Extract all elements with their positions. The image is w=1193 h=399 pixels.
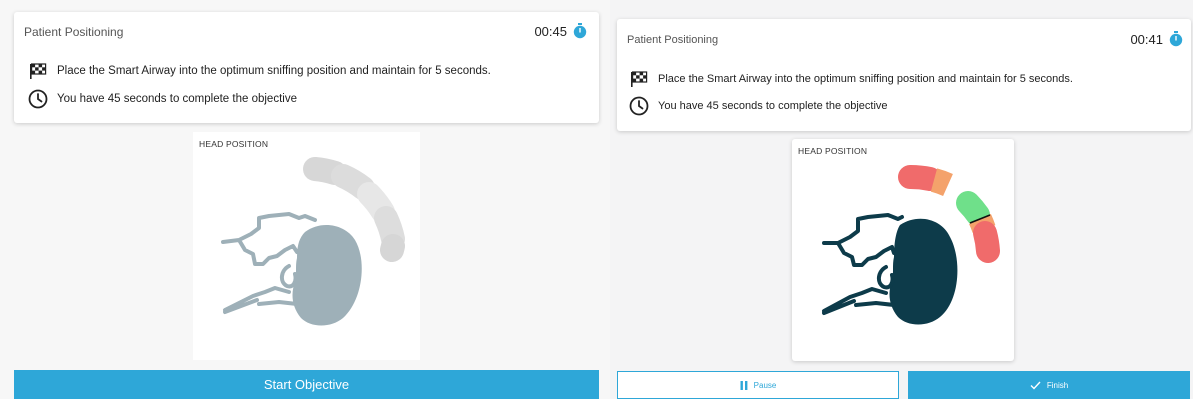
pause-icon: [740, 380, 748, 390]
stopwatch-icon: [573, 23, 587, 39]
countdown-timer: 00:41: [1130, 31, 1183, 47]
objective-text: Place the Smart Airway into the optimum …: [57, 65, 491, 77]
time-limit-text: You have 45 seconds to complete the obje…: [57, 93, 297, 105]
pause-button[interactable]: Pause: [617, 371, 899, 399]
finish-label: Finish: [1046, 380, 1069, 390]
objective-row: Place the Smart Airway into the optimum …: [629, 69, 1073, 89]
time-limit-row: You have 45 seconds to complete the obje…: [28, 89, 297, 109]
clock-icon: [629, 96, 649, 116]
checkered-flag-icon: [629, 69, 649, 89]
head-position-card: HEAD POSITION: [193, 132, 420, 360]
stopwatch-icon: [1169, 31, 1183, 47]
pause-label: Pause: [753, 380, 777, 390]
start-objective-button[interactable]: Start Objective: [14, 370, 599, 399]
check-icon: [1030, 381, 1041, 390]
countdown-timer: 00:45: [534, 23, 587, 39]
patient-head-silhouette: [221, 212, 362, 326]
clock-icon: [28, 89, 48, 109]
objective-card: Patient Positioning 00:45 Place the Smar…: [14, 12, 599, 123]
screen-before-start: Patient Positioning 00:45 Place the Smar…: [0, 0, 610, 399]
head-position-diagram: [822, 165, 1000, 325]
checkered-flag-icon: [28, 61, 48, 81]
head-position-diagram: [221, 157, 405, 326]
objective-row: Place the Smart Airway into the optimum …: [28, 61, 491, 81]
time-limit-text: You have 45 seconds to complete the obje…: [658, 100, 888, 112]
time-limit-row: You have 45 seconds to complete the obje…: [629, 96, 888, 116]
objective-card: Patient Positioning 00:41 Place the Smar…: [617, 19, 1191, 131]
patient-head-silhouette: [822, 213, 958, 325]
timer-value: 00:45: [534, 23, 567, 39]
objective-title: Patient Positioning: [24, 25, 124, 39]
screen-in-progress: Patient Positioning 00:41 Place the Smar…: [610, 0, 1193, 399]
objective-title: Patient Positioning: [627, 34, 719, 46]
timer-value: 00:41: [1130, 31, 1163, 47]
head-position-card: HEAD POSITION: [792, 139, 1014, 361]
finish-button[interactable]: Finish: [908, 371, 1190, 399]
objective-text: Place the Smart Airway into the optimum …: [658, 73, 1073, 85]
